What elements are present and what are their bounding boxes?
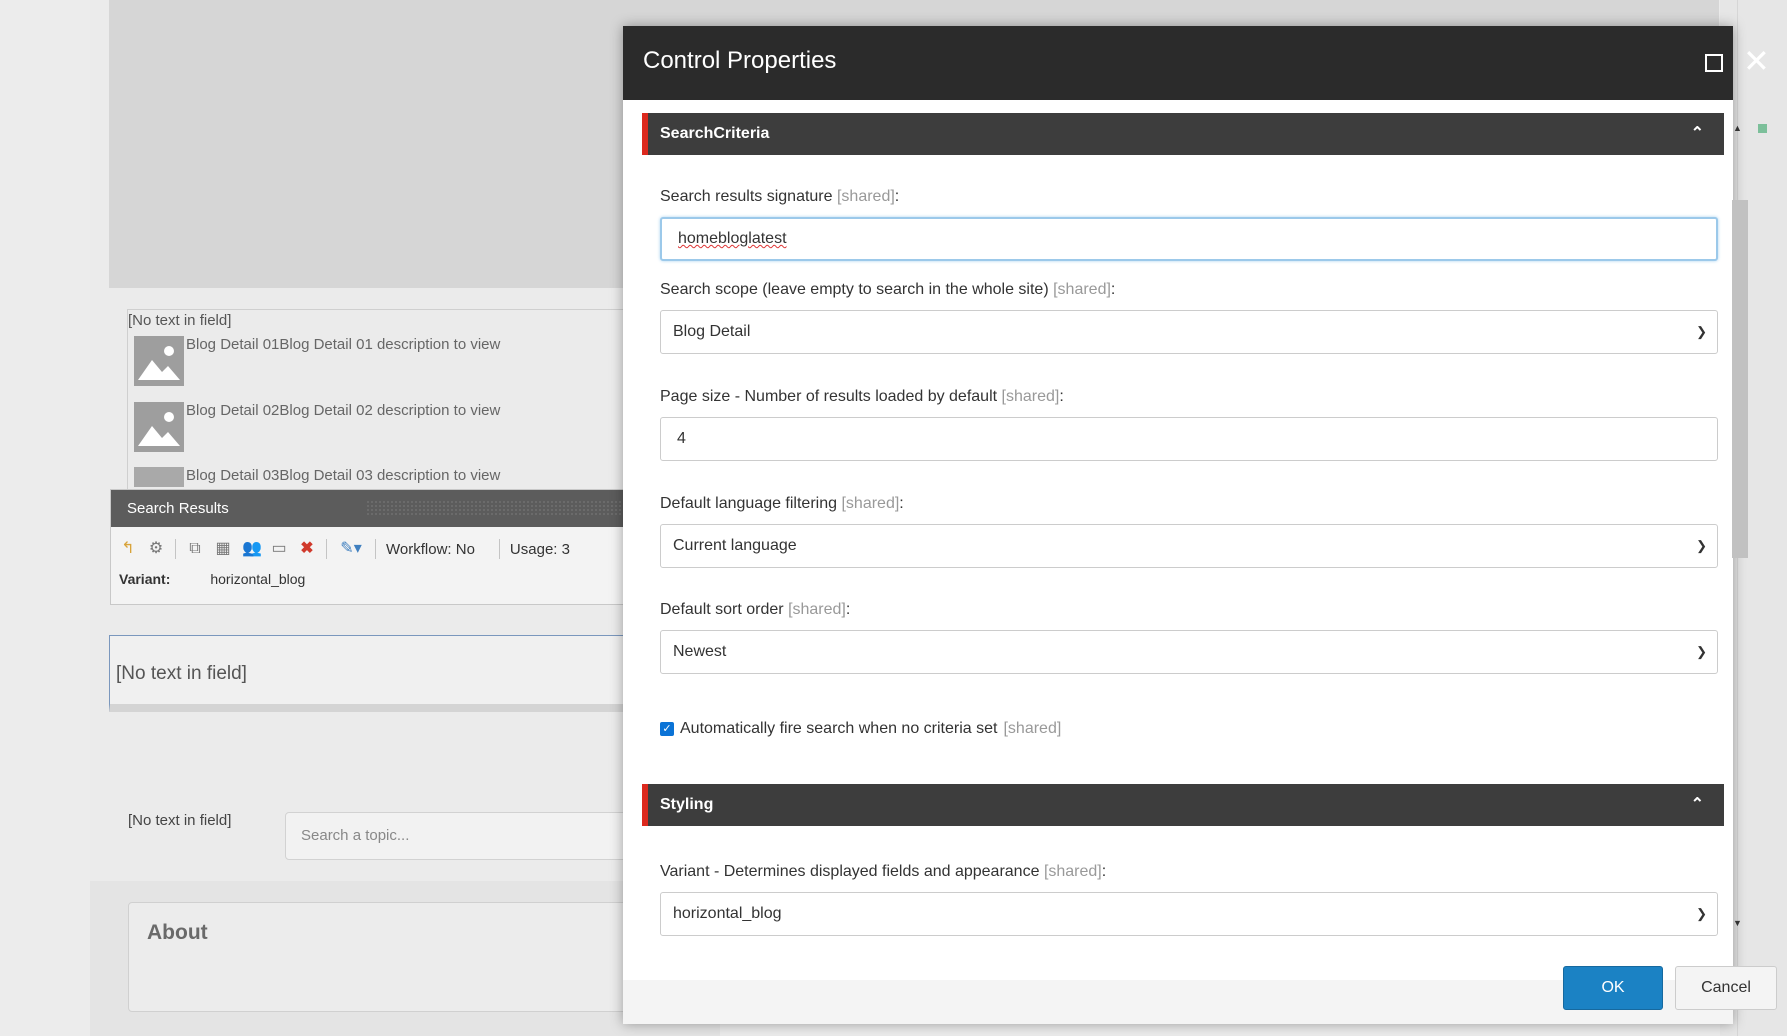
scrollbar-thumb[interactable] bbox=[1732, 200, 1748, 558]
toolbar-separator bbox=[498, 539, 500, 559]
sort-select[interactable]: Newest ❯ bbox=[660, 630, 1718, 674]
editable-field[interactable]: [No text in field] bbox=[109, 635, 671, 712]
users-icon[interactable]: 👥 bbox=[242, 540, 262, 558]
blog-item-text: Blog Detail 01Blog Detail 01 description… bbox=[186, 336, 501, 353]
rendering-title: Search Results bbox=[127, 500, 229, 517]
language-value: Current language bbox=[673, 537, 797, 554]
blog-item-text: Blog Detail 03Blog Detail 03 description… bbox=[186, 467, 501, 484]
control-properties-dialog: Control Properties ✕ SearchCriteria ⌃ Se… bbox=[623, 26, 1770, 1024]
personalize-icon[interactable]: ▦ bbox=[214, 540, 232, 558]
search-input[interactable]: Search a topic... bbox=[285, 812, 665, 860]
signature-input[interactable]: homebloglatest bbox=[660, 217, 1718, 261]
autofire-row: ✓ Automatically fire search when no crit… bbox=[660, 720, 1061, 738]
section-title: Styling bbox=[660, 796, 714, 813]
no-text-label: [No text in field] bbox=[128, 812, 232, 829]
page-size-label: Page size - Number of results loaded by … bbox=[660, 388, 1064, 405]
scope-label: Search scope (leave empty to search in t… bbox=[660, 281, 1116, 298]
page-size-value: 4 bbox=[677, 430, 686, 447]
variant-label: Variant: bbox=[119, 571, 171, 587]
variant-value[interactable]: horizontal_blog bbox=[210, 571, 305, 587]
rendering-title-bar[interactable]: Search Results bbox=[111, 490, 636, 527]
label-text: Search results signature bbox=[660, 188, 833, 205]
toolbar-separator bbox=[375, 539, 376, 559]
rendering-toolbar-panel: Search Results ↰ ⚙ ⧉ ▦ 👥 ▭ ✖ ✎▾ Workflow… bbox=[110, 489, 636, 605]
chevron-down-icon: ❯ bbox=[1696, 906, 1707, 921]
maximize-icon[interactable] bbox=[1705, 54, 1723, 72]
section-title: SearchCriteria bbox=[660, 125, 770, 142]
rendering-toolbar: ↰ ⚙ ⧉ ▦ 👥 ▭ ✖ ✎▾ Workflow: No Usage: 3 bbox=[111, 527, 631, 571]
sort-label: Default sort order [shared]: bbox=[660, 601, 851, 618]
replace-rendering-icon[interactable]: ⧉ bbox=[186, 540, 204, 558]
scroll-up-icon[interactable]: ▲ bbox=[1733, 123, 1742, 133]
label-text: Search scope (leave empty to search in t… bbox=[660, 281, 1049, 298]
left-gutter bbox=[0, 0, 91, 1036]
dialog-body: SearchCriteria ⌃ Search results signatur… bbox=[623, 100, 1733, 980]
workflow-status: Workflow: No bbox=[386, 540, 475, 558]
delete-icon[interactable]: ✖ bbox=[298, 540, 316, 558]
blog-item-text: Blog Detail 02Blog Detail 02 description… bbox=[186, 402, 501, 419]
language-label: Default language filtering [shared]: bbox=[660, 495, 904, 512]
shared-tag: [shared] bbox=[1001, 388, 1060, 405]
chevron-down-icon: ❯ bbox=[1696, 324, 1707, 339]
image-placeholder-icon bbox=[134, 467, 184, 487]
chevron-down-icon: ❯ bbox=[1696, 644, 1707, 659]
scope-value: Blog Detail bbox=[673, 323, 751, 340]
shared-tag: [shared] bbox=[1043, 863, 1102, 880]
section-header-styling[interactable]: Styling ⌃ bbox=[642, 784, 1724, 826]
image-placeholder-icon bbox=[134, 402, 184, 452]
scroll-down-icon[interactable]: ▼ bbox=[1733, 918, 1742, 928]
section-header-searchcriteria[interactable]: SearchCriteria ⌃ bbox=[642, 113, 1724, 155]
close-icon[interactable]: ✕ bbox=[1743, 45, 1770, 77]
layout-icon[interactable]: ▭ bbox=[270, 540, 288, 558]
shared-tag: [shared] bbox=[836, 188, 895, 205]
shared-tag: [shared] bbox=[841, 495, 900, 512]
drag-handle[interactable] bbox=[366, 500, 636, 516]
variant-row: Variant: horizontal_blog bbox=[111, 571, 631, 587]
usage-count: Usage: 3 bbox=[509, 540, 570, 558]
list-item[interactable]: Blog Detail 02Blog Detail 02 description… bbox=[134, 402, 500, 452]
label-text: Default sort order bbox=[660, 601, 784, 618]
shared-tag: [shared] bbox=[788, 601, 846, 618]
variant-field-label: Variant - Determines displayed fields an… bbox=[660, 863, 1107, 880]
dialog-title: Control Properties bbox=[643, 47, 837, 74]
toolbar-separator bbox=[326, 539, 327, 559]
gear-icon[interactable]: ⚙ bbox=[147, 540, 165, 558]
status-indicator bbox=[1758, 124, 1767, 133]
label-text: Variant - Determines displayed fields an… bbox=[660, 863, 1040, 880]
toolbar-separator bbox=[175, 539, 176, 559]
label-text: Page size - Number of results loaded by … bbox=[660, 388, 998, 405]
list-item[interactable]: Blog Detail 03Blog Detail 03 description… bbox=[134, 467, 500, 487]
signature-value: homebloglatest bbox=[678, 230, 787, 247]
more-options-icon[interactable]: ✎▾ bbox=[337, 540, 365, 558]
page-size-input[interactable]: 4 bbox=[660, 417, 1718, 461]
autofire-label[interactable]: Automatically fire search when no criter… bbox=[680, 720, 997, 738]
list-item[interactable]: Blog Detail 01Blog Detail 01 description… bbox=[134, 336, 500, 386]
dialog-title-bar[interactable]: Control Properties ✕ bbox=[623, 26, 1770, 100]
about-heading: About bbox=[147, 921, 208, 944]
no-text-field[interactable]: [No text in field] bbox=[128, 812, 231, 829]
chevron-up-icon[interactable]: ⌃ bbox=[1691, 113, 1704, 155]
chevron-down-icon: ❯ bbox=[1696, 538, 1707, 553]
sort-value: Newest bbox=[673, 643, 727, 660]
shared-tag: [shared] bbox=[1003, 720, 1062, 737]
about-box[interactable]: About bbox=[128, 902, 690, 1012]
ok-button[interactable]: OK bbox=[1563, 966, 1663, 1010]
no-text-field: [No text in field] bbox=[116, 663, 247, 684]
label-text: Default language filtering bbox=[660, 495, 838, 512]
select-parent-icon[interactable]: ↰ bbox=[119, 540, 137, 558]
language-select[interactable]: Current language ❯ bbox=[660, 524, 1718, 568]
variant-value: horizontal_blog bbox=[673, 905, 782, 922]
variant-select[interactable]: horizontal_blog ❯ bbox=[660, 892, 1718, 936]
autofire-checkbox[interactable]: ✓ bbox=[660, 722, 674, 736]
scope-select[interactable]: Blog Detail ❯ bbox=[660, 310, 1718, 354]
no-text-field[interactable]: [No text in field] bbox=[128, 312, 231, 329]
shared-tag: [shared] bbox=[1053, 281, 1111, 298]
cancel-button[interactable]: Cancel bbox=[1675, 966, 1777, 1010]
image-placeholder-icon bbox=[134, 336, 184, 386]
chevron-up-icon[interactable]: ⌃ bbox=[1691, 784, 1704, 826]
signature-label: Search results signature [shared]: bbox=[660, 188, 900, 205]
